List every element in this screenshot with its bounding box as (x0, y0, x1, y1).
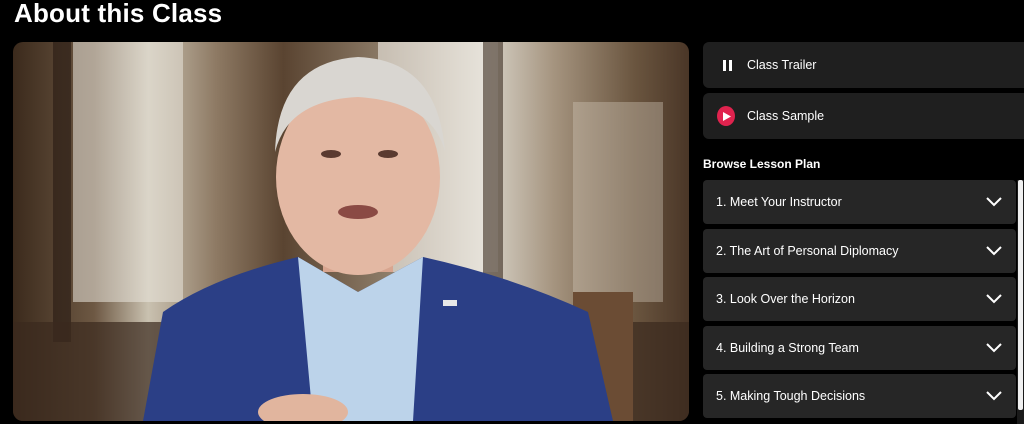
lesson-scrollbar[interactable] (1017, 180, 1024, 424)
lesson-item-4[interactable]: 4. Building a Strong Team (703, 325, 1016, 370)
chevron-down-icon (986, 342, 1002, 353)
pause-icon (719, 57, 735, 73)
lesson-item-label: 1. Meet Your Instructor (716, 195, 842, 209)
lesson-plan-heading: Browse Lesson Plan (703, 157, 821, 171)
video-player[interactable] (13, 42, 689, 421)
lesson-list: 1. Meet Your Instructor 2. The Art of Pe… (703, 180, 1016, 423)
chevron-down-icon (986, 197, 1002, 207)
lesson-item-label: 5. Making Tough Decisions (716, 389, 866, 403)
class-trailer-button[interactable]: Class Trailer (703, 42, 1024, 88)
lesson-item-3[interactable]: 3. Look Over the Horizon (703, 277, 1016, 321)
scrollbar-thumb[interactable] (1018, 180, 1023, 410)
chevron-down-icon (986, 391, 1002, 401)
play-icon (717, 106, 735, 126)
lesson-item-label: 4. Building a Strong Team (716, 340, 859, 355)
lesson-item-label: 2. The Art of Personal Diplomacy (716, 243, 899, 258)
page-title: About this Class (14, 0, 223, 28)
class-sample-button[interactable]: Class Sample (703, 93, 1024, 139)
class-trailer-label: Class Trailer (747, 58, 817, 72)
speaker-image (13, 42, 689, 421)
lesson-item-label: 3. Look Over the Horizon (716, 292, 855, 306)
lesson-item-5[interactable]: 5. Making Tough Decisions (703, 374, 1016, 418)
chevron-down-icon (986, 294, 1002, 304)
lesson-item-2[interactable]: 2. The Art of Personal Diplomacy (703, 228, 1016, 273)
class-sample-label: Class Sample (747, 109, 825, 123)
lesson-item-1[interactable]: 1. Meet Your Instructor (703, 180, 1016, 224)
chevron-down-icon (986, 245, 1002, 256)
